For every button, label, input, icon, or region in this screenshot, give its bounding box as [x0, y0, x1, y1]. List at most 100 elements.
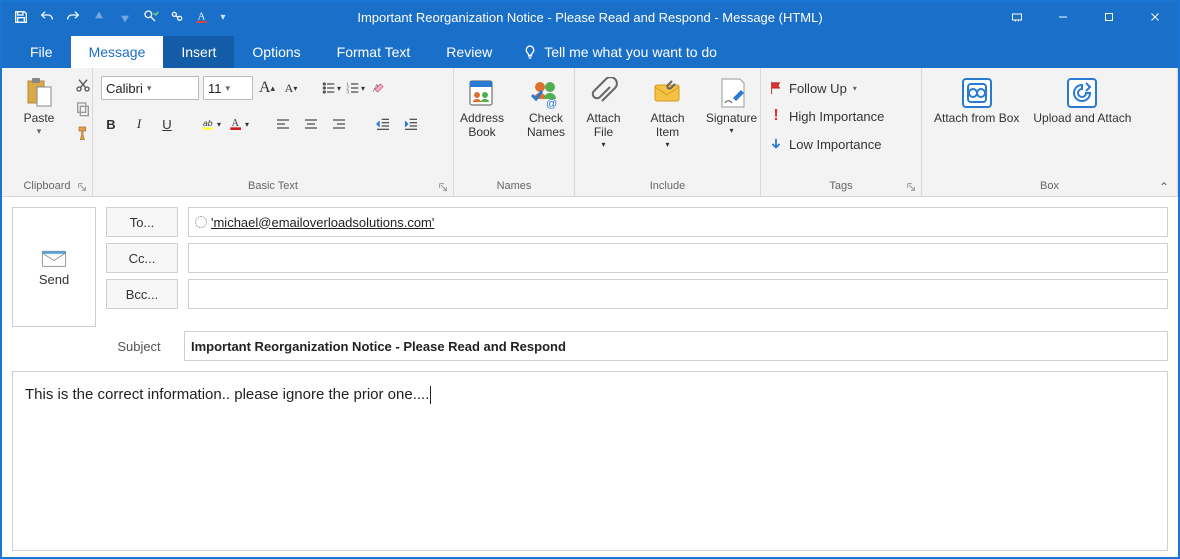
bullets-icon[interactable]: ▾ — [321, 78, 341, 98]
clipboard-dialog-launcher[interactable] — [76, 182, 88, 194]
group-names: Address Book @ Check Names Names — [454, 68, 575, 196]
presence-icon — [195, 216, 207, 228]
group-label-basic-text: Basic Text — [248, 180, 298, 192]
tab-review[interactable]: Review — [428, 36, 510, 68]
cut-icon[interactable] — [74, 76, 92, 94]
decrease-indent-icon[interactable] — [373, 114, 393, 134]
signature-icon — [716, 76, 748, 110]
ribbon: Paste▾ Clipboard Calibri▾ 11▾ A▴ A▾ — [2, 68, 1178, 197]
title-bar: A ▾ Important Reorganization Notice - Pl… — [2, 2, 1178, 32]
font-size-combo[interactable]: 11▾ — [203, 76, 253, 100]
next-item-icon — [114, 6, 136, 28]
minimize-button[interactable] — [1040, 2, 1086, 32]
svg-text:ab: ab — [203, 118, 213, 128]
paperclip-icon — [588, 76, 620, 110]
address-book-icon — [466, 76, 498, 110]
redo-icon[interactable] — [62, 6, 84, 28]
message-body[interactable]: This is the correct information.. please… — [12, 371, 1168, 551]
font-color-icon[interactable]: A▾ — [229, 114, 249, 134]
cc-field[interactable] — [188, 243, 1168, 273]
bcc-button[interactable]: Bcc... — [106, 279, 178, 309]
attach-file-button[interactable]: AttachFile▾ — [575, 74, 633, 151]
highlight-icon[interactable]: ab▾ — [201, 114, 221, 134]
underline-button[interactable]: U — [157, 114, 177, 134]
ribbon-tabs: File Message Insert Options Format Text … — [2, 32, 1178, 68]
group-label-clipboard: Clipboard — [23, 180, 70, 192]
subject-label: Subject — [104, 331, 174, 361]
message-header: Send To... 'michael@emailoverloadsolutio… — [2, 197, 1178, 361]
group-label-box: Box — [1040, 180, 1059, 192]
font-name-combo[interactable]: Calibri▾ — [101, 76, 199, 100]
qat-customize-icon[interactable]: ▾ — [218, 7, 228, 27]
prev-item-icon — [88, 6, 110, 28]
to-button[interactable]: To... — [106, 207, 178, 237]
low-importance-icon — [769, 137, 783, 151]
close-button[interactable] — [1132, 2, 1178, 32]
group-basic-text: Calibri▾ 11▾ A▴ A▾ ▾ 123▾ A B I U ab▾ A▾ — [93, 68, 454, 196]
group-box: Attach from Box Upload and Attach Box ⌃ — [922, 68, 1178, 196]
cc-button[interactable]: Cc... — [106, 243, 178, 273]
low-importance-button[interactable]: Low Importance — [769, 132, 882, 156]
attach-item-button[interactable]: AttachItem▾ — [639, 74, 697, 151]
bcc-field[interactable] — [188, 279, 1168, 309]
body-text: This is the correct information.. please… — [25, 386, 429, 403]
numbering-icon[interactable]: 123▾ — [345, 78, 365, 98]
group-label-include: Include — [650, 180, 685, 192]
tab-insert[interactable]: Insert — [163, 36, 234, 68]
send-label: Send — [39, 272, 69, 287]
font-color-qat-icon[interactable]: A — [192, 6, 214, 28]
check-names-button[interactable]: @ Check Names — [517, 74, 575, 144]
follow-up-button[interactable]: Follow Up▾ — [769, 76, 857, 100]
tab-format-text[interactable]: Format Text — [319, 36, 429, 68]
box-attach-icon — [961, 76, 993, 110]
upload-and-attach-button[interactable]: Upload and Attach — [1029, 74, 1135, 144]
high-importance-button[interactable]: ! High Importance — [769, 104, 884, 128]
maximize-button[interactable] — [1086, 2, 1132, 32]
grow-font-icon[interactable]: A▴ — [257, 78, 277, 98]
clear-formatting-icon[interactable]: A — [369, 78, 389, 98]
flag-icon — [769, 81, 783, 95]
group-tags: Follow Up▾ ! High Importance Low Importa… — [761, 68, 922, 196]
svg-text:3: 3 — [346, 89, 349, 94]
ribbon-display-options-icon[interactable] — [994, 2, 1040, 32]
tell-me-search[interactable]: Tell me what you want to do — [510, 36, 729, 68]
format-painter-icon[interactable] — [74, 124, 92, 142]
attach-dropdown-icon[interactable] — [166, 6, 188, 28]
address-book-button[interactable]: Address Book — [453, 74, 511, 144]
svg-text:@: @ — [546, 98, 557, 109]
spellcheck-icon[interactable] — [140, 6, 162, 28]
increase-indent-icon[interactable] — [401, 114, 421, 134]
quick-access-toolbar: A ▾ — [2, 6, 228, 28]
tab-options[interactable]: Options — [234, 36, 318, 68]
align-left-icon[interactable] — [273, 114, 293, 134]
bold-button[interactable]: B — [101, 114, 121, 134]
italic-button[interactable]: I — [129, 114, 149, 134]
lightbulb-icon — [522, 44, 538, 60]
align-center-icon[interactable] — [301, 114, 321, 134]
basic-text-dialog-launcher[interactable] — [437, 182, 449, 194]
save-icon[interactable] — [10, 6, 32, 28]
copy-icon[interactable] — [74, 100, 92, 118]
shrink-font-icon[interactable]: A▾ — [281, 78, 301, 98]
collapse-ribbon-icon[interactable]: ⌃ — [1159, 180, 1169, 194]
tell-me-label: Tell me what you want to do — [544, 44, 717, 60]
check-names-icon: @ — [530, 76, 562, 110]
to-field[interactable]: 'michael@emailoverloadsolutions.com' — [188, 207, 1168, 237]
subject-field[interactable]: Important Reorganization Notice - Please… — [184, 331, 1168, 361]
paste-button[interactable]: Paste▾ — [10, 74, 68, 144]
box-upload-icon — [1066, 76, 1098, 110]
tab-file[interactable]: File — [12, 36, 71, 68]
tab-message[interactable]: Message — [71, 36, 164, 68]
attach-from-box-button[interactable]: Attach from Box — [930, 74, 1023, 144]
group-include: AttachFile▾ AttachItem▾ Signature▾ Inclu… — [575, 68, 761, 196]
paste-icon — [23, 76, 55, 110]
high-importance-icon: ! — [769, 107, 783, 125]
send-button[interactable]: Send — [12, 207, 96, 327]
group-clipboard: Paste▾ Clipboard — [2, 68, 93, 196]
undo-icon[interactable] — [36, 6, 58, 28]
attach-item-icon — [652, 76, 684, 110]
tags-dialog-launcher[interactable] — [905, 182, 917, 194]
signature-button[interactable]: Signature▾ — [703, 74, 761, 144]
align-right-icon[interactable] — [329, 114, 349, 134]
text-caret — [430, 386, 431, 404]
